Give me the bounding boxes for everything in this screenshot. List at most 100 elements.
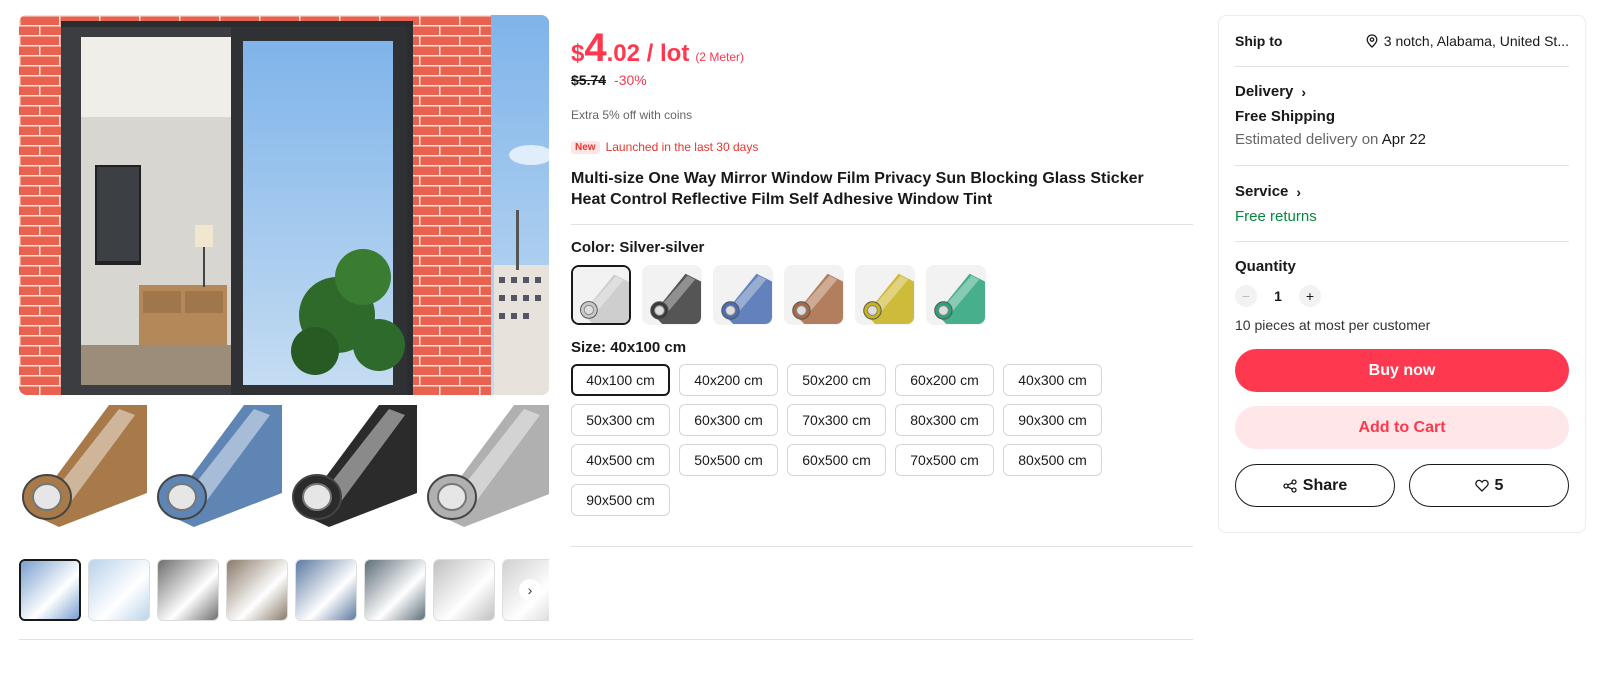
ship-to-address[interactable]: 3 notch, Alabama, United St... [1366,33,1569,49]
film-roll [424,403,549,527]
wishlist-count: 5 [1494,476,1504,494]
color-label: Color: Silver-silver [571,239,1196,256]
product-title: Multi-size One Way Mirror Window Film Pr… [571,170,1144,208]
color-swatch[interactable] [855,265,915,325]
free-shipping: Free Shipping [1235,108,1336,125]
delivery-label: Delivery [1235,83,1294,100]
window-scene-image [19,15,549,395]
estimated-delivery-prefix: Estimated delivery on [1235,131,1382,148]
size-selected-value: 40x100 cm [610,339,687,356]
size-option[interactable]: 70x500 cm [895,444,994,476]
price-unit-note: (2 Meter) [695,50,744,64]
color-label-prefix: Color: [571,239,620,256]
film-roll [19,403,147,527]
divider [1235,165,1569,166]
thumbnail-7[interactable] [433,559,495,621]
size-option[interactable]: 40x100 cm [571,364,670,396]
size-option[interactable]: 60x300 cm [679,404,778,436]
price-integer: 4 [584,26,607,70]
new-badge: New [571,140,600,154]
color-swatch[interactable] [926,265,986,325]
quantity-label: Quantity [1235,258,1296,275]
discount-badge: -30% [614,72,647,88]
thumbnail-2[interactable] [88,559,150,621]
product-gallery: › [19,15,549,621]
color-swatches [571,265,1196,325]
quantity-increase-button[interactable]: + [1299,285,1321,307]
thumbnail-4[interactable] [226,559,288,621]
size-option[interactable]: 40x500 cm [571,444,670,476]
chevron-right-icon: › [1301,83,1307,100]
new-launch-text: Launched in the last 30 days [605,140,759,154]
divider [571,546,1193,547]
share-label: Share [1302,476,1348,494]
size-option[interactable]: 70x300 cm [787,404,886,436]
share-wishlist-row: Share 5 [1235,464,1569,507]
quantity-value[interactable]: 1 [1273,288,1283,304]
divider [19,639,1193,640]
size-option[interactable]: 80x500 cm [1003,444,1102,476]
heart-icon [1474,479,1489,492]
size-options: 40x100 cm 40x200 cm 50x200 cm 60x200 cm 40x3… [571,364,1111,516]
thumbnail-image [296,560,356,620]
size-option[interactable]: 50x300 cm [571,404,670,436]
price-currency: $ [571,40,585,67]
service-header[interactable]: Service › [1235,183,1569,200]
thumbnail-5[interactable] [295,559,357,621]
color-swatch[interactable] [713,265,773,325]
wishlist-button[interactable]: 5 [1409,464,1569,507]
size-option[interactable]: 40x300 cm [1003,364,1102,396]
divider [571,224,1193,225]
original-price-row: $5.74 -30% [571,72,1196,88]
thumbnail-image [227,560,287,620]
thumbnail-image [21,561,79,619]
thumbnail-image [365,560,425,620]
share-icon [1283,478,1297,493]
service-label: Service [1235,183,1289,200]
new-launch-row: New Launched in the last 30 days [571,140,1196,154]
ship-to-address-text: 3 notch, Alabama, United St... [1383,33,1569,49]
buy-now-button[interactable]: Buy now [1235,349,1569,392]
price: $ 4 .02 / lot (2 Meter) [571,28,1196,72]
quantity-decrease-button[interactable]: − [1235,285,1257,307]
original-price: $5.74 [571,72,607,88]
color-swatch[interactable] [784,265,844,325]
size-option[interactable]: 50x500 cm [679,444,778,476]
coins-note: Extra 5% off with coins [571,108,693,122]
estimated-delivery: Estimated delivery on Apr 22 [1235,131,1569,148]
divider [1235,66,1569,67]
product-info: $ 4 .02 / lot (2 Meter) $5.74 -30% Extra… [19,28,1196,640]
thumbnail-image [434,560,494,620]
color-swatch[interactable] [642,265,702,325]
purchase-panel: Ship to 3 notch, Alabama, United St... D… [1218,15,1586,533]
share-button[interactable]: Share [1235,464,1395,507]
size-option[interactable]: 60x500 cm [787,444,886,476]
ship-to-row[interactable]: Ship to 3 notch, Alabama, United St... [1235,16,1569,66]
thumbnail-1[interactable] [19,559,81,621]
main-product-image[interactable] [19,15,549,395]
thumbnail-6[interactable] [364,559,426,621]
size-label-prefix: Size: [571,339,611,356]
divider [1235,241,1569,242]
size-option[interactable]: 50x200 cm [787,364,886,396]
quantity-limit-note: 10 pieces at most per customer [1235,317,1431,333]
size-option[interactable]: 90x500 cm [571,484,670,516]
size-option[interactable]: 90x300 cm [1003,404,1102,436]
location-pin-icon [1366,34,1378,48]
size-option[interactable]: 40x200 cm [679,364,778,396]
size-option[interactable]: 80x300 cm [895,404,994,436]
thumbnail-3[interactable] [157,559,219,621]
price-decimal: .02 [606,40,640,67]
add-to-cart-button[interactable]: Add to Cart [1235,406,1569,449]
thumbnail-strip: › [19,559,549,627]
size-label: Size: 40x100 cm [571,339,1196,356]
delivery-header[interactable]: Delivery › [1235,83,1569,100]
film-roll [289,403,417,527]
quantity-stepper: − 1 + [1235,285,1569,307]
thumbnail-image [158,560,218,620]
film-rolls-image [19,403,549,527]
chevron-right-icon[interactable]: › [519,579,541,601]
estimated-delivery-date: Apr 22 [1381,131,1426,148]
size-option[interactable]: 60x200 cm [895,364,994,396]
color-swatch[interactable] [571,265,631,325]
